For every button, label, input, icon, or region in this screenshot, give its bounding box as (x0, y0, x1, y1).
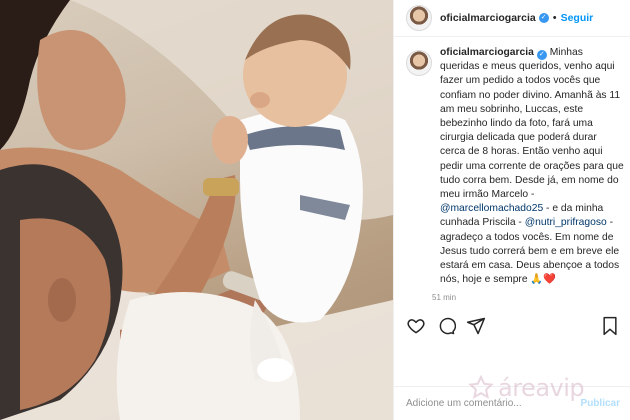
post-time: 51 min (432, 293, 457, 303)
caption-area: oficialmarciogarcia ✓ Minhas queridas e m… (406, 46, 624, 310)
post-header: oficialmarciogarcia ✓ • Seguir (394, 0, 630, 37)
post-sidebar: oficialmarciogarcia ✓ • Seguir oficialma… (393, 0, 630, 420)
comment-icon[interactable] (436, 316, 457, 336)
publish-button[interactable]: Publicar (581, 398, 620, 409)
action-bar (406, 314, 620, 338)
post-photo[interactable] (0, 0, 393, 420)
star-logo-icon (468, 375, 494, 399)
author-avatar[interactable] (406, 5, 432, 31)
mention-link[interactable]: @marcellomachado25 (440, 203, 543, 214)
share-icon[interactable] (466, 316, 486, 336)
mention-link[interactable]: @nutri_prifragoso (525, 217, 607, 228)
caption-part-1: Minhas queridas e meus queridos, venho a… (440, 47, 624, 201)
separator-dot: • (552, 12, 557, 24)
verified-icon: ✓ (536, 50, 547, 60)
heart-icon[interactable] (406, 316, 426, 336)
watermark: áreavip (468, 374, 585, 402)
author-username[interactable]: oficialmarciogarcia (440, 12, 536, 24)
caption-text: oficialmarciogarcia ✓ Minhas queridas e m… (440, 46, 624, 287)
caption-author[interactable]: oficialmarciogarcia (440, 47, 534, 58)
bookmark-icon[interactable] (600, 316, 620, 336)
watermark-text: áreavip (498, 374, 585, 402)
photo-illustration (0, 0, 393, 420)
follow-button[interactable]: Seguir (561, 12, 594, 24)
caption-avatar[interactable] (406, 50, 432, 76)
verified-icon: ✓ (538, 13, 549, 23)
